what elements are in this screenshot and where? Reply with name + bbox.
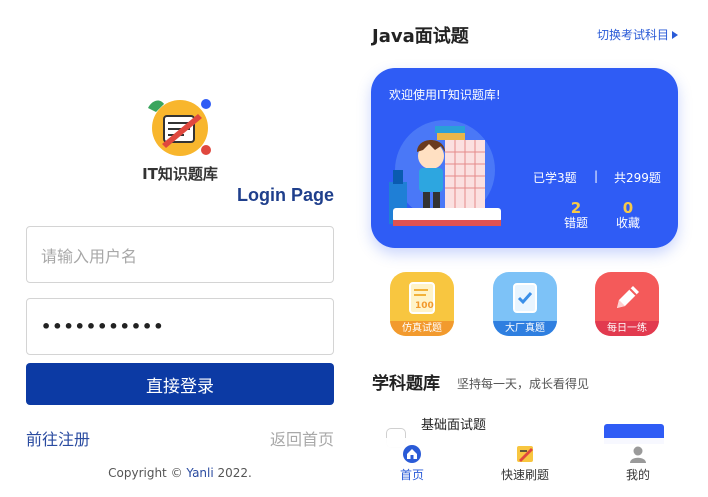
welcome-text: 欢迎使用IT知识题库!: [389, 88, 501, 102]
section-subtitle: 坚持每一天，成长看得见: [457, 377, 590, 391]
student-with-books-illustration: [389, 120, 501, 226]
total-count: 共299题: [614, 171, 661, 185]
question-bank-page: Java面试题 切换考试科目 欢迎使用IT知识题库! 已学3题 | 共299题 …: [360, 0, 708, 497]
practice-icon: [517, 446, 533, 462]
back-home-link[interactable]: 返回首页: [270, 426, 334, 450]
tab-home[interactable]: 首页: [377, 444, 447, 483]
favorite-label: 收藏: [615, 216, 640, 230]
shortcut-label: 每日一练: [595, 321, 659, 336]
wrong-questions-stat[interactable]: 2 错题: [556, 200, 596, 231]
copyright-year: 2022.: [213, 466, 252, 480]
favorite-count: 0: [622, 199, 634, 217]
learned-count: 已学3题: [533, 171, 577, 185]
switch-subject-link[interactable]: 切换考试科目: [597, 26, 678, 43]
login-page: IT知识题库 Login Page 请输入用户名 ••••••••••• 直接登…: [0, 0, 360, 497]
copyright-owner-link[interactable]: Yanli: [186, 466, 213, 480]
subject-card-title: 基础面试题: [421, 418, 487, 433]
password-value: •••••••••••: [41, 317, 165, 336]
register-link[interactable]: 前往注册: [26, 426, 90, 450]
app-name: IT知识题库: [142, 165, 218, 183]
tab-mine[interactable]: 我的: [603, 444, 673, 483]
copyright-notice: Copyright © Yanli 2022.: [0, 466, 360, 480]
tab-label: 首页: [399, 468, 424, 482]
username-input[interactable]: 请输入用户名: [26, 226, 334, 283]
tab-label: 我的: [625, 468, 650, 482]
page-title: Java面试题: [372, 26, 469, 47]
copyright-prefix: Copyright ©: [108, 466, 187, 480]
switch-subject-label: 切换考试科目: [596, 28, 669, 42]
svg-text:100: 100: [415, 301, 434, 311]
shortcut-company-questions[interactable]: 大厂真题: [493, 272, 557, 336]
app-logo-icon: [148, 99, 211, 156]
welcome-card: 欢迎使用IT知识题库! 已学3题 | 共299题 2 错题 0 收藏: [371, 68, 678, 248]
checklist-icon: [513, 283, 537, 313]
login-button[interactable]: 直接登录: [26, 363, 334, 405]
stat-divider: |: [594, 169, 599, 183]
bottom-tab-bar: 首页 快速刷题 我的: [360, 438, 708, 497]
password-input[interactable]: •••••••••••: [26, 298, 334, 355]
username-placeholder: 请输入用户名: [41, 246, 138, 266]
tab-quick-practice[interactable]: 快速刷题: [490, 444, 560, 483]
wrong-label: 错题: [563, 216, 588, 230]
favorites-stat[interactable]: 0 收藏: [608, 200, 648, 231]
shortcut-label: 仿真试题: [390, 321, 454, 336]
shortcut-mock-exam[interactable]: 100 仿真试题: [390, 272, 454, 336]
shortcut-label: 大厂真题: [493, 321, 557, 336]
section-title: 学科题库: [372, 374, 440, 394]
login-page-heading: Login Page: [236, 185, 334, 205]
tab-label: 快速刷题: [500, 468, 549, 482]
user-icon: [630, 446, 646, 463]
shortcut-daily-practice[interactable]: 每日一练: [595, 272, 659, 336]
caret-right-icon: [672, 30, 678, 39]
pencil-icon: [617, 286, 639, 308]
exam-paper-icon: 100: [409, 282, 435, 314]
wrong-count: 2: [570, 199, 582, 217]
home-icon: [403, 445, 421, 463]
